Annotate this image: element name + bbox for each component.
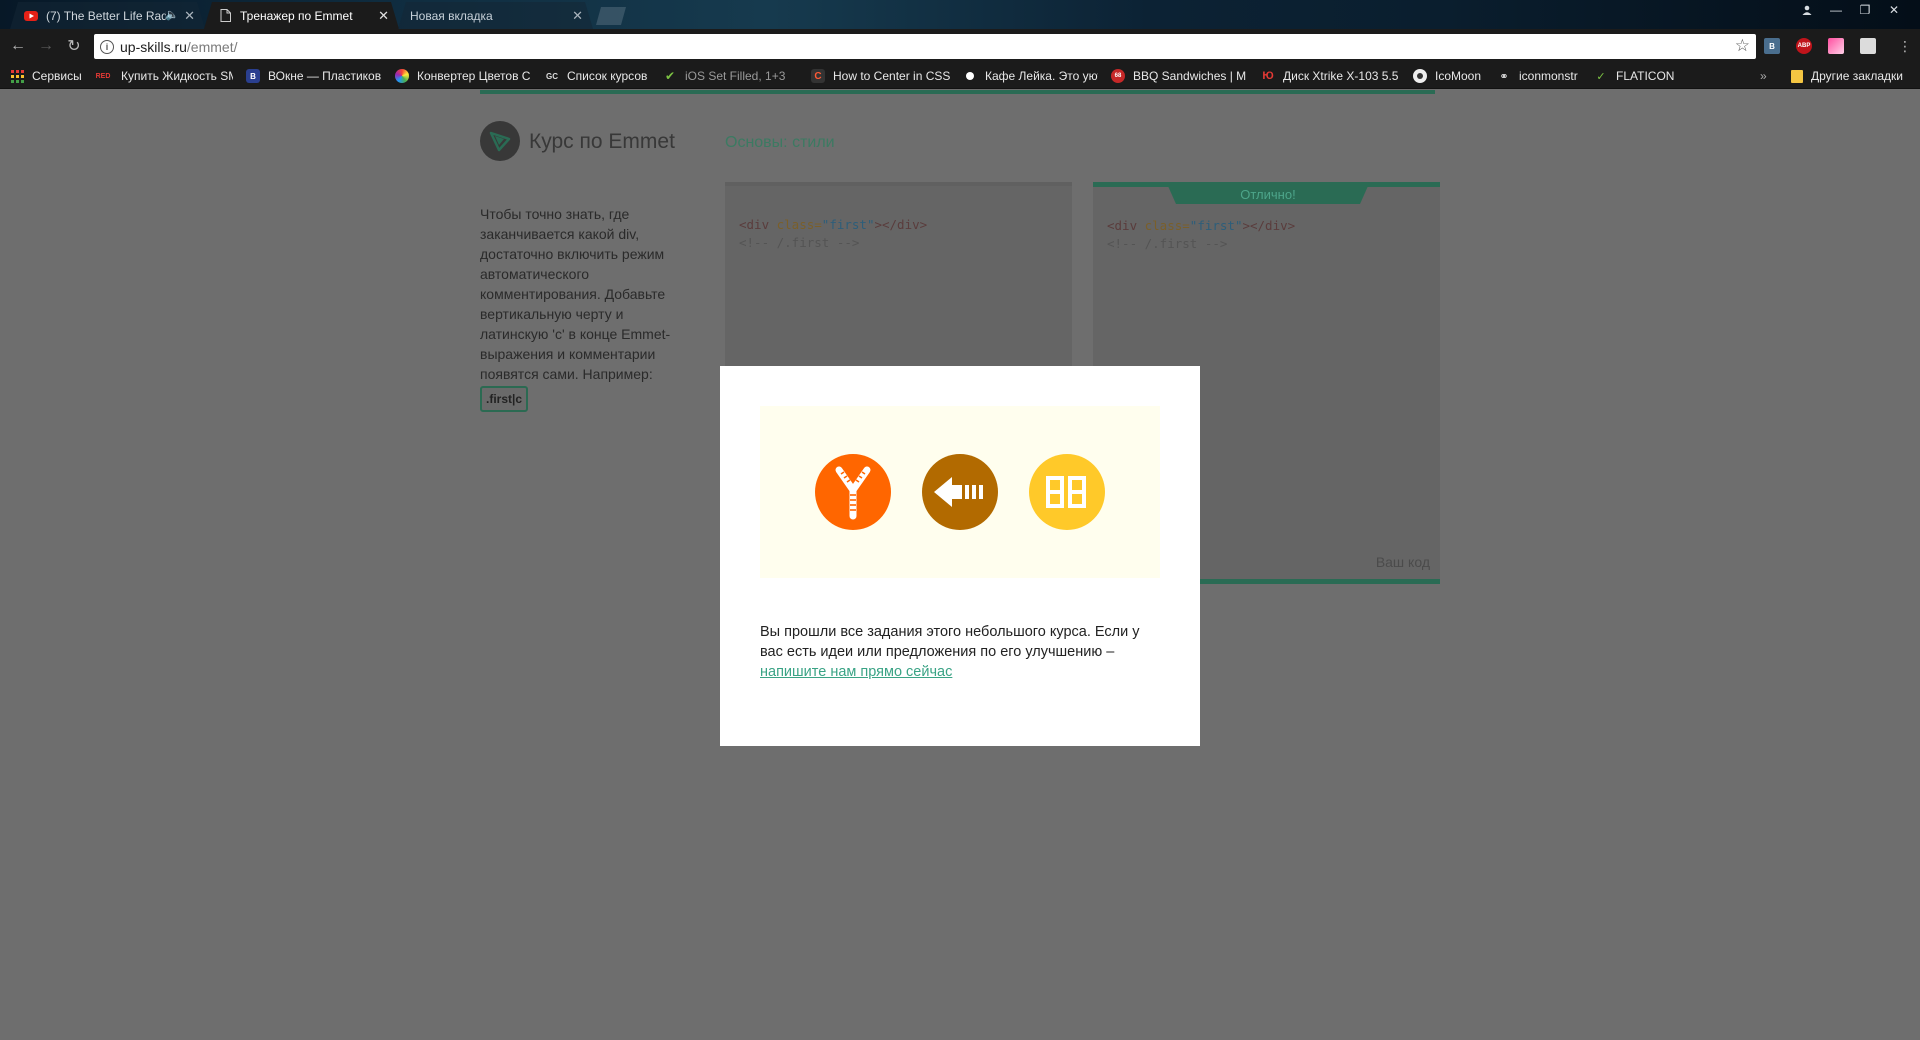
completion-text: Вы прошли все задания этого небольшого к…	[760, 624, 1140, 660]
course-title[interactable]: Курс по Emmet	[529, 130, 675, 154]
speaker-icon[interactable]: 🔈	[165, 8, 179, 21]
bookmark-label: Диск Xtrike X-103 5.5	[1283, 69, 1399, 83]
bookmark-label: iOS Set Filled, 1+3	[685, 69, 786, 83]
bookmark-label: ВОкне — Пластиков	[268, 69, 381, 83]
bookmark-label: IcoMoon	[1435, 69, 1482, 83]
address-bar[interactable]: i up-skills.ru/emmet/ ☆	[94, 34, 1756, 59]
close-tab-icon[interactable]: ✕	[184, 8, 195, 24]
bookmark-item[interactable]: ✓ FLATICON	[1594, 67, 1674, 85]
minimize-icon[interactable]: —	[1822, 0, 1850, 20]
result-code: <div class="first"></div> <!-- /.first -…	[1107, 218, 1296, 251]
tab-emmet[interactable]: Тренажер по Emmet ✕	[204, 2, 399, 29]
extension-abp-icon[interactable]: ABP	[1796, 38, 1812, 54]
bookmark-item[interactable]: Кафе Лейка. Это уют	[963, 67, 1098, 85]
green-check-icon: ✔	[664, 69, 676, 83]
lesson-description: Чтобы точно знать, где заканчивается как…	[480, 204, 690, 412]
bookmarks-bar: Сервисы RED Купить Жидкость SM В ВОкне — П…	[0, 63, 1920, 89]
gc-icon: GC	[546, 71, 558, 81]
tab-new[interactable]: Новая вкладка ✕	[398, 2, 593, 29]
folder-icon	[1791, 69, 1803, 83]
bookmark-item[interactable]: 68 BBQ Sandwiches | Mo	[1111, 67, 1246, 85]
bookmark-item[interactable]: Конвертер Цветов С	[395, 67, 535, 85]
red-yo-icon: Ю	[1262, 70, 1274, 82]
forward-icon[interactable]: →	[35, 36, 57, 56]
red-circle-icon: 68	[1111, 69, 1125, 83]
back-icon[interactable]: ←	[7, 36, 29, 56]
close-tab-icon[interactable]: ✕	[378, 8, 389, 24]
editor-code: <div class="first"></div> <!-- /.first -…	[739, 217, 928, 250]
tab-strip: (7) The Better Life Rad 🔈 ✕ Тренажер по …	[0, 0, 1920, 29]
bookmark-services[interactable]: Сервисы	[10, 67, 82, 85]
course-logo-icon[interactable]	[480, 121, 520, 161]
info-icon[interactable]: i	[100, 39, 114, 54]
your-code-label: Ваш код	[1375, 554, 1430, 570]
url-path: /emmet/	[186, 38, 238, 55]
browser-toolbar: ← → ↻ i up-skills.ru/emmet/ ☆ В ABP ⋮	[0, 29, 1920, 63]
bookmark-label: iconmonstr	[1519, 69, 1578, 83]
tab-youtube[interactable]: (7) The Better Life Rad 🔈 ✕	[10, 2, 205, 29]
extension-gradient-icon[interactable]	[1828, 38, 1844, 54]
page-content: Курс по Emmet Основы: стили Чтобы точно …	[0, 90, 1920, 1040]
bookmark-item[interactable]: IcoMoon	[1413, 67, 1481, 85]
bookmark-label: Сервисы	[32, 69, 82, 83]
bookmark-label: Другие закладки	[1811, 69, 1903, 83]
tab-title: (7) The Better Life Rad	[46, 8, 166, 23]
bookmark-item[interactable]: C How to Center in CSS	[811, 67, 961, 85]
contact-us-link[interactable]: напишите нам прямо сейчас	[760, 664, 952, 680]
red-logo-icon: RED	[95, 72, 111, 80]
youtube-icon	[24, 9, 38, 23]
bookmark-item[interactable]: ⚭ iconmonstr	[1497, 67, 1578, 85]
close-window-icon[interactable]: ✕	[1880, 0, 1908, 20]
c-red-icon: C	[811, 69, 825, 83]
bookmark-label: FLATICON	[1616, 69, 1675, 83]
close-tab-icon[interactable]: ✕	[572, 8, 583, 24]
bookmark-other-folder[interactable]: Другие закладки	[1791, 67, 1903, 85]
menu-icon[interactable]: ⋮	[1894, 36, 1916, 56]
bookmark-label: Конвертер Цветов С	[417, 69, 531, 83]
new-tab-button[interactable]	[596, 7, 626, 25]
completion-message: Вы прошли все задания этого небольшого к…	[760, 622, 1160, 682]
reload-icon[interactable]: ↻	[63, 36, 85, 56]
bookmark-label: How to Center in CSS	[833, 69, 951, 83]
bookmark-star-icon[interactable]: ☆	[1735, 36, 1750, 56]
blue-square-icon: В	[246, 69, 260, 83]
bookmark-item[interactable]: RED Купить Жидкость SM	[93, 67, 233, 85]
flaticon-icon: ✓	[1596, 70, 1606, 83]
bookmark-item[interactable]: GC Список курсов	[545, 67, 655, 85]
bookmark-item[interactable]: ✔ iOS Set Filled, 1+3	[663, 67, 798, 85]
iconmonstr-icon: ⚭	[1499, 70, 1509, 83]
tab-title: Новая вкладка	[410, 8, 493, 23]
apps-grid-icon	[10, 69, 24, 83]
digits-88-icon	[1029, 454, 1105, 530]
bookmark-item[interactable]: В ВОкне — Пластиков	[246, 67, 381, 85]
bookmark-label: Купить Жидкость SM	[121, 69, 233, 83]
bookmark-label: Кафе Лейка. Это уют	[985, 69, 1098, 83]
bookmark-label: BBQ Sandwiches | Mo	[1133, 69, 1246, 83]
page-icon	[218, 9, 232, 23]
completion-modal: Вы прошли все задания этого небольшого к…	[720, 366, 1200, 746]
extension-monitor-icon[interactable]	[1860, 38, 1876, 54]
icomoon-icon	[1413, 69, 1427, 83]
tab-title: Тренажер по Emmet	[240, 8, 353, 23]
color-wheel-icon	[395, 69, 409, 83]
section-title: Основы: стили	[725, 134, 835, 151]
lesson-text: Чтобы точно знать, где заканчивается как…	[480, 206, 671, 382]
y-zipper-icon	[815, 454, 891, 530]
lesson-example-code: .first|c	[480, 386, 529, 412]
achievement-banner	[760, 406, 1160, 578]
arrow-left-icon	[922, 454, 998, 530]
result-status-label: Отлично!	[1168, 186, 1368, 204]
bookmark-item[interactable]: Ю Диск Xtrike X-103 5.5	[1261, 67, 1401, 85]
profile-icon[interactable]	[1793, 0, 1821, 20]
restore-icon[interactable]: ❐	[1851, 0, 1879, 20]
url-host: up-skills.ru	[120, 38, 187, 55]
top-accent-line	[480, 90, 1435, 94]
bookmark-label: Список курсов	[567, 69, 648, 83]
extension-vk-icon[interactable]: В	[1764, 38, 1780, 54]
white-dot-icon	[963, 69, 977, 83]
bookmarks-overflow-icon[interactable]: »	[1760, 67, 1767, 85]
